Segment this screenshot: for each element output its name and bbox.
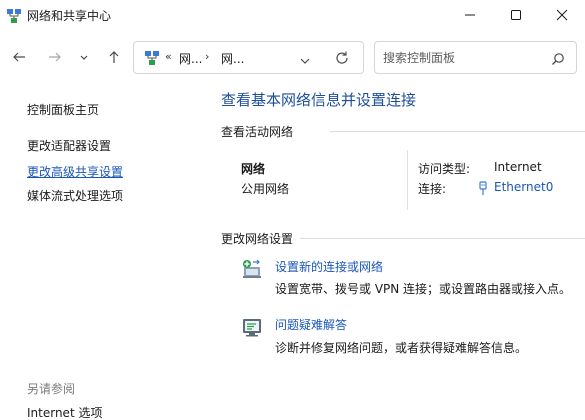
sidebar-item-control-panel-home[interactable]: 控制面板主页 — [27, 101, 99, 118]
setup-new-connection-description: 设置宽带、拨号或 VPN 连接；或设置路由器或接入点。 — [275, 282, 572, 296]
section-divider — [300, 238, 585, 239]
access-type-label: 访问类型: — [418, 162, 471, 176]
close-icon — [556, 9, 568, 21]
close-button[interactable] — [539, 0, 585, 30]
network-info-divider — [407, 150, 408, 210]
troubleshoot-icon — [241, 316, 263, 338]
network-sharing-center-window: 网络和共享中心 « 网... › 网... 搜索控制面板 控制面板主页 更改适配… — [0, 0, 585, 420]
maximize-button[interactable] — [493, 0, 539, 30]
troubleshoot-problems-link[interactable]: 问题疑难解答 — [275, 316, 347, 333]
up-button[interactable] — [103, 46, 125, 68]
ethernet-icon — [478, 180, 488, 196]
breadcrumb-segment-current[interactable]: 网... — [221, 50, 244, 67]
minimize-button[interactable] — [447, 0, 493, 30]
maximize-icon — [511, 10, 521, 20]
troubleshoot-problems-description: 诊断并修复网络问题，或者获得疑难解答信息。 — [275, 341, 528, 355]
change-settings-heading: 更改网络设置 — [221, 232, 294, 246]
page-title: 查看基本网络信息并设置连接 — [221, 91, 417, 109]
access-type-value: Internet — [494, 160, 542, 174]
breadcrumb-overflow[interactable]: « — [165, 50, 172, 63]
section-divider — [330, 131, 585, 132]
chevron-down-icon — [80, 55, 88, 60]
back-button[interactable] — [8, 46, 30, 68]
connection-link[interactable]: Ethernet0 — [494, 180, 553, 194]
recent-locations-button[interactable] — [73, 46, 95, 68]
forward-button[interactable] — [44, 46, 66, 68]
window-title: 网络和共享中心 — [27, 9, 112, 23]
address-dropdown-icon[interactable] — [299, 52, 311, 64]
sidebar-item-change-adapter-settings[interactable]: 更改适配器设置 — [27, 137, 111, 154]
arrow-left-icon — [13, 52, 25, 62]
active-networks-heading: 查看活动网络 — [221, 125, 294, 139]
sidebar: 控制面板主页 更改适配器设置 更改高级共享设置 媒体流式处理选项 另请参阅 In… — [0, 90, 200, 420]
minimize-icon — [465, 14, 475, 16]
connection-label: 连接: — [418, 182, 447, 196]
breadcrumb-separator[interactable]: › — [205, 50, 209, 63]
refresh-icon[interactable] — [334, 50, 350, 66]
address-bar[interactable]: « 网... › 网... — [133, 41, 364, 74]
network-setup-icon — [241, 258, 263, 280]
breadcrumb-segment[interactable]: 网... — [179, 50, 202, 67]
network-type: 公用网络 — [241, 182, 290, 196]
network-location-icon — [144, 50, 160, 66]
arrow-right-icon — [49, 52, 61, 62]
arrow-up-icon — [109, 51, 119, 63]
sidebar-item-advanced-sharing-settings[interactable]: 更改高级共享设置 — [27, 163, 123, 180]
see-also-heading: 另请参阅 — [27, 382, 76, 396]
setup-new-connection-link[interactable]: 设置新的连接或网络 — [275, 258, 383, 275]
search-icon[interactable] — [551, 51, 565, 65]
search-box[interactable] — [374, 41, 577, 74]
network-center-icon — [6, 8, 22, 24]
title-bar: 网络和共享中心 — [0, 0, 585, 30]
sidebar-item-internet-options[interactable]: Internet 选项 — [27, 404, 102, 420]
sidebar-item-media-streaming-options[interactable]: 媒体流式处理选项 — [27, 187, 123, 204]
network-name: 网络 — [241, 162, 266, 176]
search-input[interactable] — [383, 49, 533, 67]
navigation-bar: « 网... › 网... — [0, 40, 585, 76]
